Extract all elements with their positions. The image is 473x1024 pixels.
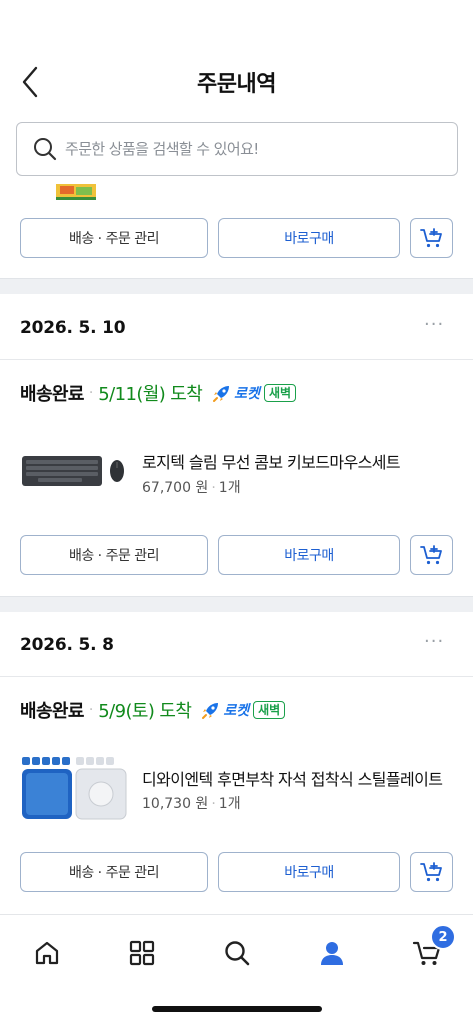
buy-again-button[interactable]: 바로구매 bbox=[218, 218, 400, 258]
divider bbox=[0, 676, 473, 677]
order-manage-button[interactable]: 배송 · 주문 관리 bbox=[20, 218, 208, 258]
cart-plus-icon bbox=[419, 228, 442, 248]
search-bar[interactable] bbox=[16, 122, 458, 176]
header: 주문내역 bbox=[0, 0, 473, 122]
add-to-cart-button[interactable] bbox=[410, 852, 453, 892]
arrival-date: 5/9(토) 도착 bbox=[98, 701, 192, 722]
search-icon bbox=[225, 941, 250, 966]
buy-again-button[interactable]: 바로구매 bbox=[218, 852, 400, 892]
cart-count-badge: 2 bbox=[430, 924, 456, 950]
order-date: 2026. 5. 10 bbox=[20, 318, 126, 338]
tab-my-page[interactable] bbox=[312, 933, 352, 973]
more-options-button[interactable]: ··· bbox=[424, 631, 444, 652]
product-name[interactable]: 로지텍 슬림 무선 콤보 키보드마우스세트 bbox=[142, 449, 454, 473]
tab-categories[interactable] bbox=[122, 933, 162, 973]
product-meta: 67,700 원 · 1개 bbox=[142, 480, 241, 496]
rocket-badge: 로켓 새벽 bbox=[201, 700, 286, 720]
delivery-status-row: 배송완료 · 5/11(월) 도착 로켓 새벽 bbox=[20, 380, 297, 406]
product-qty: 1개 bbox=[218, 796, 241, 812]
buy-again-button[interactable]: 바로구매 bbox=[218, 535, 400, 575]
cart-plus-icon bbox=[419, 862, 442, 882]
home-icon bbox=[35, 941, 59, 965]
dawn-badge: 새벽 bbox=[253, 701, 286, 719]
dot-separator: · bbox=[88, 702, 94, 718]
search-input[interactable] bbox=[65, 140, 435, 158]
home-indicator bbox=[152, 1006, 322, 1012]
rocket-icon bbox=[202, 703, 219, 719]
tab-search[interactable] bbox=[217, 933, 257, 973]
more-options-button[interactable]: ··· bbox=[424, 314, 444, 335]
delivery-status: 배송완료 bbox=[20, 701, 84, 722]
divider bbox=[0, 359, 473, 360]
add-to-cart-button[interactable] bbox=[410, 535, 453, 575]
section-gap bbox=[0, 596, 473, 612]
rocket-icon bbox=[213, 386, 230, 402]
product-name[interactable]: 디와이엔텍 후면부착 자석 접착식 스틸플레이트 bbox=[142, 766, 454, 790]
product-thumbnail[interactable] bbox=[20, 434, 128, 508]
product-thumbnail[interactable] bbox=[20, 753, 128, 823]
product-price: 10,730 원 bbox=[142, 796, 209, 812]
section-gap bbox=[0, 278, 473, 294]
tab-home[interactable] bbox=[27, 933, 67, 973]
rocket-label: 로켓 bbox=[234, 386, 260, 402]
previous-product-thumbnail bbox=[54, 184, 98, 202]
rocket-label: 로켓 bbox=[223, 703, 250, 719]
product-meta: 10,730 원 · 1개 bbox=[142, 796, 241, 812]
page-title: 주문내역 bbox=[197, 72, 276, 97]
delivery-status-row: 배송완료 · 5/9(토) 도착 로켓 새벽 bbox=[20, 697, 286, 723]
rocket-badge: 로켓 새벽 bbox=[212, 383, 297, 403]
grid-icon bbox=[129, 940, 155, 966]
order-manage-button[interactable]: 배송 · 주문 관리 bbox=[20, 852, 208, 892]
product-price: 67,700 원 bbox=[142, 480, 209, 496]
dot-separator: · bbox=[88, 385, 94, 401]
arrival-date: 5/11(월) 도착 bbox=[98, 384, 203, 405]
order-manage-button[interactable]: 배송 · 주문 관리 bbox=[20, 535, 208, 575]
delivery-status: 배송완료 bbox=[20, 384, 84, 405]
dawn-badge: 새벽 bbox=[263, 384, 297, 402]
product-qty: 1개 bbox=[218, 480, 241, 496]
order-date: 2026. 5. 8 bbox=[20, 635, 114, 655]
cart-plus-icon bbox=[419, 545, 442, 565]
search-icon bbox=[34, 138, 57, 161]
person-icon bbox=[321, 942, 343, 965]
add-to-cart-button[interactable] bbox=[410, 218, 453, 258]
